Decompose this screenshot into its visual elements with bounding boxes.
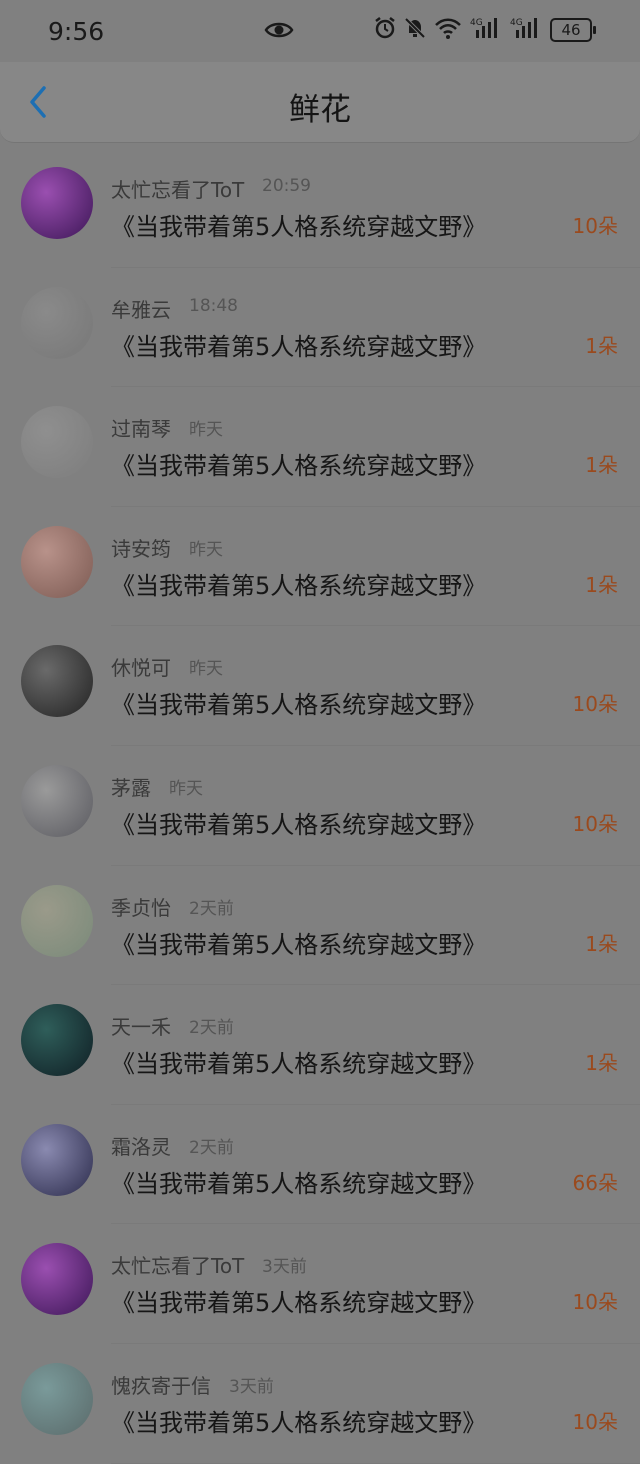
avatar[interactable] [21,525,93,598]
avatar[interactable] [21,167,93,239]
list-item[interactable]: 牟雅云 18:48 《当我带着第5人格系统穿越文野》 1朵 [0,268,640,388]
list-item[interactable]: 愧疚寄于信 3天前《当我带着第5人格系统穿越文野》 10朵 [0,1344,640,1464]
avatar[interactable] [21,1362,93,1435]
user-name[interactable]: 天一禾 [111,1011,171,1040]
status-time: 9:56 [48,16,105,46]
divider [111,1462,640,1464]
page-title: 鲜花 [289,92,351,128]
timestamp: 昨天 [189,539,223,560]
book-title[interactable]: 《当我带着第5人格系统穿越文野》 [111,327,486,362]
list-item[interactable]: 天一禾 2天前《当我带着第5人格系统穿越文野》 1朵 [0,985,640,1105]
avatar[interactable] [21,884,93,957]
book-title[interactable]: 《当我带着第5人格系统穿越文野》 [111,1044,486,1079]
flower-count: 1朵 [585,1051,618,1076]
svg-text:4G: 4G [510,18,523,28]
flower-count: 1朵 [585,572,618,597]
mute-icon [404,16,426,44]
flower-count: 66朵 [572,1170,618,1195]
avatar[interactable] [21,406,93,479]
flower-count: 1朵 [585,453,618,478]
avatar[interactable] [21,1004,93,1077]
timestamp: 昨天 [169,778,203,799]
book-title[interactable]: 《当我带着第5人格系统穿越文野》 [111,446,486,481]
user-name[interactable]: 过南琴 [111,413,171,442]
avatar[interactable] [21,1243,93,1316]
list-item[interactable]: 太忙忘看了ToT 20:59 《当我带着第5人格系统穿越文野》 10朵 [0,148,640,268]
user-name[interactable]: 休悦可 [111,652,171,681]
timestamp: 3天前 [229,1376,274,1397]
avatar[interactable] [21,764,93,837]
wifi-icon [434,16,462,44]
battery-icon: 46 [550,18,596,42]
avatar[interactable] [21,645,93,718]
list-item[interactable]: 霜洛灵 2天前《当我带着第5人格系统穿越文野》 66朵 [0,1105,640,1225]
list-item[interactable]: 诗安筠 昨天《当我带着第5人格系统穿越文野》 1朵 [0,507,640,627]
list-item[interactable]: 季贞怡 2天前《当我带着第5人格系统穿越文野》 1朵 [0,866,640,986]
book-title[interactable]: 《当我带着第5人格系统穿越文野》 [111,685,486,720]
list-item[interactable]: 过南琴 昨天《当我带着第5人格系统穿越文野》 1朵 [0,387,640,507]
user-name[interactable]: 茅露 [111,772,151,801]
timestamp: 20:59 [262,176,311,196]
book-title[interactable]: 《当我带着第5人格系统穿越文野》 [111,1164,486,1199]
list-item[interactable]: 休悦可 昨天《当我带着第5人格系统穿越文野》 10朵 [0,626,640,746]
book-title[interactable]: 《当我带着第5人格系统穿越文野》 [111,925,486,960]
timestamp: 2天前 [189,1018,234,1039]
flower-count: 1朵 [585,333,618,358]
user-name[interactable]: 太忙忘看了ToT [111,174,244,203]
flower-count: 10朵 [572,1409,618,1434]
avatar[interactable] [21,286,93,359]
book-title[interactable]: 《当我带着第5人格系统穿越文野》 [111,207,486,242]
flower-count: 1朵 [585,931,618,956]
nav-header: 鲜花 [0,62,640,143]
avatar[interactable] [21,1123,93,1196]
user-name[interactable]: 季贞怡 [111,892,171,921]
book-title[interactable]: 《当我带着第5人格系统穿越文野》 [111,566,486,601]
timestamp: 昨天 [189,659,223,680]
user-name[interactable]: 牟雅云 [111,294,171,323]
flower-count: 10朵 [572,214,618,238]
flower-count: 10朵 [572,811,618,836]
signal-4g-icon: 4G [470,16,502,44]
user-name[interactable]: 霜洛灵 [111,1131,171,1160]
user-name[interactable]: 诗安筠 [111,533,171,562]
signal-4g-icon: 4G [510,16,542,44]
timestamp: 3天前 [262,1257,307,1278]
timestamp: 昨天 [189,420,223,441]
timestamp: 18:48 [189,295,238,316]
timestamp: 2天前 [189,1137,234,1158]
list-item[interactable]: 茅露 昨天《当我带着第5人格系统穿越文野》 10朵 [0,746,640,866]
svg-text:4G: 4G [470,18,483,28]
flower-count: 10朵 [572,692,618,717]
user-name[interactable]: 愧疚寄于信 [111,1370,211,1399]
flower-list: 太忙忘看了ToT 20:59 《当我带着第5人格系统穿越文野》 10朵 牟雅云 18:48… [0,148,640,1464]
timestamp: 2天前 [189,898,234,919]
status-icons: 4G 4G 46 [374,16,596,44]
book-title[interactable]: 《当我带着第5人格系统穿越文野》 [111,805,486,840]
flower-count: 10朵 [572,1290,618,1315]
user-name[interactable]: 太忙忘看了ToT [111,1250,244,1279]
status-bar: 9:56 4G 4G 46 [0,0,640,62]
alarm-icon [374,16,396,44]
book-title[interactable]: 《当我带着第5人格系统穿越文野》 [111,1403,486,1438]
list-item[interactable]: 太忙忘看了ToT 3天前《当我带着第5人格系统穿越文野》 10朵 [0,1224,640,1344]
eye-icon [264,18,294,46]
book-title[interactable]: 《当我带着第5人格系统穿越文野》 [111,1283,486,1318]
